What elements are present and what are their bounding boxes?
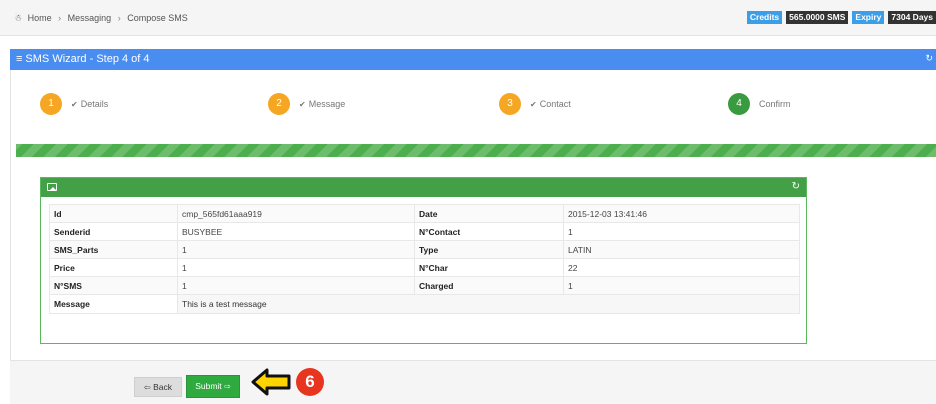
back-button[interactable]: ⇦ Back xyxy=(134,377,182,397)
field-value: 22 xyxy=(563,258,800,277)
summary-panel-header: ↻ xyxy=(41,178,806,197)
wizard-header: ≡ SMS Wizard - Step 4 of 4 ↻ xyxy=(10,49,936,70)
table-row: Price 1 N°Char 22 xyxy=(49,258,800,277)
step-label: ✔ Message xyxy=(299,99,345,109)
step-label-text: Confirm xyxy=(759,99,791,109)
check-icon: ✔ xyxy=(299,100,306,109)
message-value: This is a test message xyxy=(177,294,800,314)
refresh-icon[interactable]: ↻ xyxy=(925,53,933,64)
field-label: Charged xyxy=(414,276,564,295)
step-number: 3 xyxy=(499,93,521,115)
breadcrumb-item-home[interactable]: Home xyxy=(28,13,52,23)
step-number: 2 xyxy=(268,93,290,115)
field-label: Id xyxy=(49,204,178,223)
field-value: 2015-12-03 13:41:46 xyxy=(563,204,800,223)
table-row-message: Message This is a test message xyxy=(49,294,800,314)
table-row: Id cmp_565fd61aaa919 Date 2015-12-03 13:… xyxy=(49,204,800,223)
summary-table: Id cmp_565fd61aaa919 Date 2015-12-03 13:… xyxy=(49,204,800,314)
field-label: Date xyxy=(414,204,564,223)
message-label: Message xyxy=(49,294,178,314)
wizard-title-row: ≡ SMS Wizard - Step 4 of 4 xyxy=(16,53,150,65)
step-label-text: Contact xyxy=(539,99,571,109)
field-value: cmp_565fd61aaa919 xyxy=(177,204,415,223)
field-value: 1 xyxy=(177,240,415,259)
arrow-left-circle-icon: ⇦ xyxy=(144,383,151,392)
step-number: 4 xyxy=(728,93,750,115)
wizard-title: SMS Wizard - Step 4 of 4 xyxy=(25,53,150,65)
field-value: 1 xyxy=(563,276,800,295)
field-value: 1 xyxy=(563,222,800,241)
wizard-step-confirm[interactable]: 4 Confirm xyxy=(728,93,791,115)
menu-icon: ≡ xyxy=(16,53,23,65)
check-icon: ✔ xyxy=(530,100,537,109)
field-value: LATIN xyxy=(563,240,800,259)
submit-button[interactable]: Submit ⇨ xyxy=(186,375,240,398)
wizard-footer: ⇦ Back Submit ⇨ xyxy=(10,360,936,404)
table-row: Senderid BUSYBEE N°Contact 1 xyxy=(49,222,800,241)
field-value: 1 xyxy=(177,258,415,277)
arrow-right-circle-icon: ⇨ xyxy=(224,382,231,391)
field-label: Type xyxy=(414,240,564,259)
breadcrumb-item-messaging[interactable]: Messaging xyxy=(68,13,112,23)
breadcrumb-separator: › xyxy=(58,13,62,23)
field-value: BUSYBEE xyxy=(177,222,415,241)
step-label: ✔ Details xyxy=(71,99,108,109)
field-value: 1 xyxy=(177,276,415,295)
expiry-label: Expiry xyxy=(852,11,885,24)
top-bar: ☃ Home › Messaging › Compose SMS Credits… xyxy=(0,0,936,36)
table-row: SMS_Parts 1 Type LATIN xyxy=(49,240,800,259)
expiry-value: 7304 Days xyxy=(888,11,936,24)
refresh-icon[interactable]: ↻ xyxy=(792,181,800,192)
field-label: N°SMS xyxy=(49,276,178,295)
field-label: N°Contact xyxy=(414,222,564,241)
step-label-text: Details xyxy=(80,99,109,109)
home-icon[interactable]: ☃ xyxy=(14,13,22,24)
account-stats: Credits 565.0000 SMS Expiry 7304 Days xyxy=(746,11,936,24)
credits-value: 565.0000 SMS xyxy=(786,11,849,24)
field-label: Price xyxy=(49,258,178,277)
wizard-body: 1 ✔ Details 2 ✔ Message 3 ✔ Contact 4 Confi… xyxy=(10,70,936,360)
step-label-text: Message xyxy=(308,99,346,109)
summary-panel: ↻ Id cmp_565fd61aaa919 Date 2015-12-03 1… xyxy=(40,177,807,344)
wizard-step-message[interactable]: 2 ✔ Message xyxy=(268,93,345,115)
credits-label: Credits xyxy=(746,11,783,24)
step-number: 1 xyxy=(40,93,62,115)
step-label: ✔ Contact xyxy=(530,99,571,109)
breadcrumb-separator: › xyxy=(117,13,121,23)
field-label: Senderid xyxy=(49,222,178,241)
table-row: N°SMS 1 Charged 1 xyxy=(49,276,800,295)
back-button-label: Back xyxy=(153,382,172,392)
arrow-left-icon xyxy=(251,368,291,396)
wizard-progress-bar xyxy=(16,144,936,157)
breadcrumb: ☃ Home › Messaging › Compose SMS xyxy=(14,13,188,24)
field-label: SMS_Parts xyxy=(49,240,178,259)
submit-button-label: Submit xyxy=(195,381,222,391)
wizard-step-contact[interactable]: 3 ✔ Contact xyxy=(499,93,571,115)
check-icon: ✔ xyxy=(71,100,78,109)
wizard-step-details[interactable]: 1 ✔ Details xyxy=(40,93,108,115)
image-icon xyxy=(47,183,57,191)
breadcrumb-item-compose-sms: Compose SMS xyxy=(127,13,188,23)
step-label: Confirm xyxy=(759,99,791,109)
callout-badge: 6 xyxy=(296,368,324,396)
field-label: N°Char xyxy=(414,258,564,277)
